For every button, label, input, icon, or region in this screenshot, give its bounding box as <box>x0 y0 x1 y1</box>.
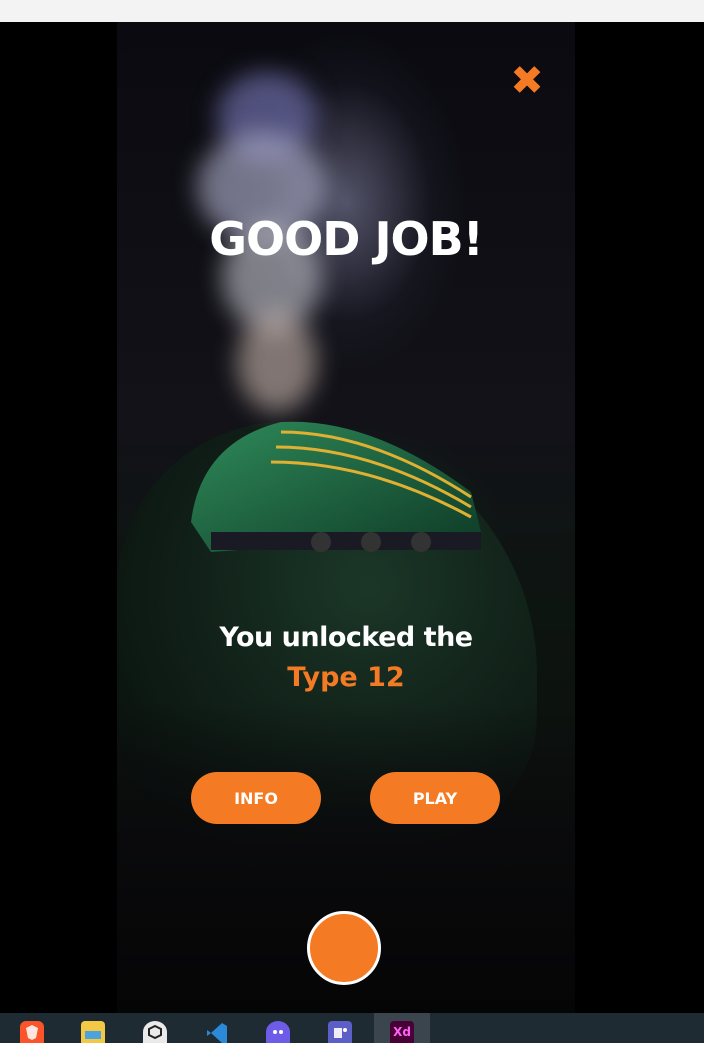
browser-top-strip <box>0 0 704 22</box>
info-button[interactable]: INFO <box>191 772 321 824</box>
unlock-message: You unlocked the <box>219 622 473 653</box>
capture-button[interactable] <box>307 911 381 985</box>
file-explorer-icon[interactable] <box>81 1021 105 1043</box>
unity-hub-icon[interactable] <box>143 1021 167 1043</box>
brave-browser-icon[interactable] <box>20 1021 44 1043</box>
vscode-icon[interactable] <box>205 1021 229 1043</box>
ar-camera-view: ✖ GOOD JOB! You unlocked the Type 12 INF… <box>117 22 575 1013</box>
chat-app-icon[interactable] <box>266 1021 290 1043</box>
play-button[interactable]: PLAY <box>370 772 500 824</box>
unlocked-item-name: Type 12 <box>287 662 405 693</box>
windows-taskbar: Xd <box>0 1013 704 1043</box>
page-title: GOOD JOB! <box>209 212 483 266</box>
adobe-xd-icon[interactable]: Xd <box>390 1021 414 1043</box>
close-icon[interactable]: ✖ <box>510 61 544 101</box>
teams-icon[interactable] <box>328 1021 352 1043</box>
train-model-image <box>191 421 481 552</box>
app-stage: ✖ GOOD JOB! You unlocked the Type 12 INF… <box>0 22 704 1013</box>
